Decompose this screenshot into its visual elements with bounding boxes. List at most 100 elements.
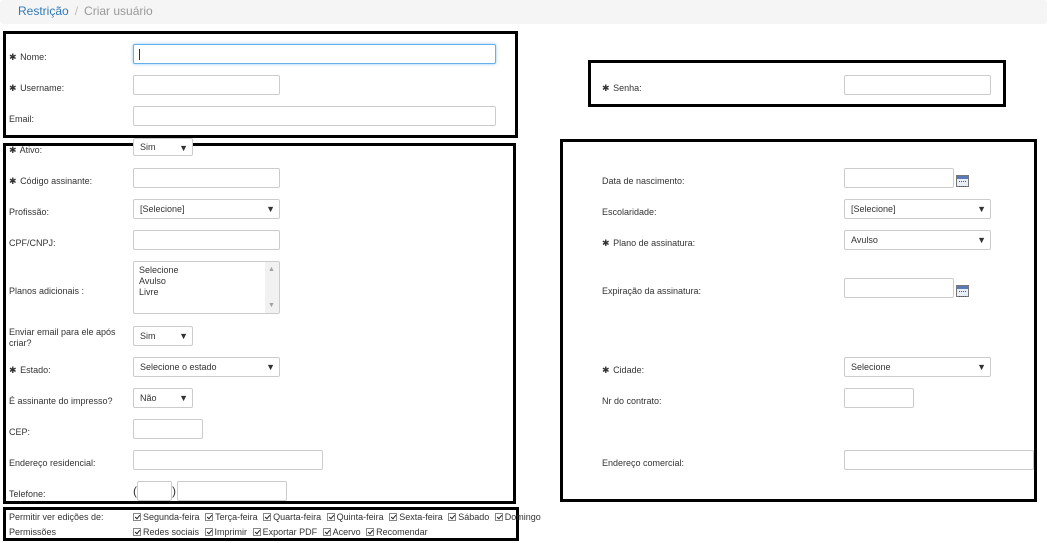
endereco-comercial-input[interactable]	[844, 450, 1034, 470]
calendar-icon[interactable]	[956, 285, 969, 297]
cep-label: CEP:	[9, 427, 31, 437]
checkbox-recomendar[interactable]: Recomendar	[366, 527, 428, 538]
checkbox-checked-icon[interactable]	[326, 513, 335, 521]
checkbox-checked-icon[interactable]	[133, 513, 141, 521]
telefone-ddd-input[interactable]	[137, 481, 172, 501]
required-mark: ✱	[602, 83, 610, 93]
username-input[interactable]	[133, 75, 280, 95]
chevron-down-icon: ▼	[266, 362, 275, 372]
checkbox-terca[interactable]: Terça-feira	[205, 512, 258, 523]
email-input[interactable]	[133, 106, 496, 126]
estado-label: ✱ Estado:	[9, 365, 51, 376]
profissao-select[interactable]: [Selecione] ▼	[133, 199, 280, 219]
list-option[interactable]: Avulso	[139, 276, 274, 287]
checkbox-checked-icon[interactable]	[204, 528, 213, 536]
text-caret	[139, 49, 140, 60]
checkbox-label: Quinta-feira	[336, 512, 384, 522]
escolaridade-label: Escolaridade:	[602, 207, 657, 217]
ativo-label: ✱ Ativo:	[9, 145, 42, 156]
required-mark: ✱	[9, 52, 17, 62]
escolaridade-select[interactable]: [Selecione] ▼	[844, 199, 991, 219]
checkbox-checked-icon[interactable]	[322, 528, 331, 536]
checkbox-checked-icon[interactable]	[252, 528, 261, 536]
edicoes-label: Permitir ver edições de:	[9, 512, 104, 522]
telefone-numero-input[interactable]	[177, 481, 287, 501]
checkbox-checked-icon[interactable]	[494, 513, 503, 521]
escolaridade-select-value: [Selecione]	[851, 204, 896, 214]
enviar-email-select[interactable]: Sim ▼	[133, 326, 193, 346]
scroll-up-icon[interactable]: ▲	[268, 264, 275, 275]
edicoes-days: Segunda-feira Terça-feira Quarta-feira Q…	[133, 512, 544, 523]
senha-label-text: Senha:	[613, 83, 642, 93]
calendar-icon[interactable]	[956, 175, 969, 187]
list-option[interactable]: Selecione	[139, 265, 274, 276]
endereco-comercial-label: Endereço comercial:	[602, 458, 685, 468]
checkbox-checked-icon[interactable]	[133, 528, 141, 536]
checkbox-redes-sociais[interactable]: Redes sociais	[133, 527, 199, 538]
checkbox-label: Quarta-feira	[273, 512, 322, 522]
enviar-email-select-value: Sim	[140, 331, 156, 341]
checkbox-checked-icon[interactable]	[448, 513, 457, 521]
expiracao-assinatura-input[interactable]	[844, 278, 954, 298]
plano-assinatura-select[interactable]: Avulso ▼	[844, 230, 991, 250]
checkbox-checked-icon[interactable]	[366, 528, 375, 536]
senha-label: ✱ Senha:	[602, 83, 642, 94]
checkbox-label: Exportar PDF	[262, 527, 318, 537]
cidade-label-text: Cidade:	[613, 365, 645, 375]
checkbox-checked-icon[interactable]	[263, 513, 272, 521]
checkbox-sabado[interactable]: Sábado	[448, 512, 489, 523]
checkbox-sexta[interactable]: Sexta-feira	[389, 512, 443, 523]
assinante-impresso-select[interactable]: Não ▼	[133, 388, 193, 408]
cidade-select[interactable]: Selecione ▼	[844, 357, 991, 377]
cpf-cnpj-input[interactable]	[133, 230, 280, 250]
checkbox-acervo[interactable]: Acervo	[322, 527, 361, 538]
checkbox-quinta[interactable]: Quinta-feira	[326, 512, 384, 523]
nr-contrato-input[interactable]	[844, 388, 914, 408]
list-option[interactable]: Livre	[139, 287, 274, 298]
listbox-scrollbar[interactable]: ▲ ▼	[265, 262, 279, 313]
ativo-select[interactable]: Sim ▼	[133, 138, 193, 156]
codigo-assinante-input[interactable]	[133, 168, 280, 188]
username-label-text: Username:	[20, 83, 65, 93]
planos-adicionais-listbox[interactable]: Selecione Avulso Livre ▲ ▼	[133, 261, 280, 314]
chevron-down-icon: ▼	[266, 204, 275, 214]
plano-assinatura-label-text: Plano de assinatura:	[613, 238, 696, 248]
nr-contrato-label: Nr do contrato:	[602, 396, 662, 406]
cep-input[interactable]	[133, 419, 203, 439]
required-mark: ✱	[9, 83, 17, 93]
data-nascimento-input[interactable]	[844, 168, 954, 188]
endereco-residencial-input[interactable]	[133, 450, 323, 470]
checkbox-checked-icon[interactable]	[205, 513, 214, 521]
checkbox-exportar-pdf[interactable]: Exportar PDF	[252, 527, 318, 538]
cidade-label: ✱ Cidade:	[602, 365, 644, 376]
breadcrumb: Restrição / Criar usuário	[0, 0, 1047, 24]
checkbox-label: Domingo	[504, 512, 541, 522]
senha-input[interactable]	[844, 75, 991, 95]
nome-input[interactable]	[133, 44, 496, 64]
assinante-impresso-select-value: Não	[140, 393, 157, 403]
checkbox-checked-icon[interactable]	[389, 513, 398, 521]
codigo-assinante-label-text: Código assinante:	[20, 176, 93, 186]
plano-assinatura-label: ✱ Plano de assinatura:	[602, 238, 695, 249]
required-mark: ✱	[9, 145, 17, 155]
checkbox-domingo[interactable]: Domingo	[494, 512, 541, 523]
expiracao-assinatura-label: Expiração da assinatura:	[602, 286, 702, 296]
required-mark: ✱	[602, 238, 610, 248]
required-mark: ✱	[9, 365, 17, 375]
estado-select[interactable]: Selecione o estado ▼	[133, 357, 280, 377]
nome-label-text: Nome:	[20, 52, 47, 62]
scroll-down-icon[interactable]: ▼	[268, 300, 275, 311]
ativo-label-text: Ativo:	[19, 145, 43, 155]
assinante-impresso-label: É assinante do impresso?	[9, 396, 113, 406]
permissoes-label: Permissões	[9, 527, 57, 537]
chevron-down-icon: ▼	[179, 143, 188, 153]
checkbox-quarta[interactable]: Quarta-feira	[263, 512, 321, 523]
breadcrumb-restricao-link[interactable]: Restrição	[18, 4, 69, 18]
checkbox-label: Sábado	[458, 512, 490, 522]
nome-label: ✱ Nome:	[9, 52, 47, 63]
username-label: ✱ Username:	[9, 83, 64, 94]
chevron-down-icon: ▼	[977, 204, 986, 214]
ativo-select-value: Sim	[140, 142, 156, 152]
checkbox-imprimir[interactable]: Imprimir	[204, 527, 247, 538]
checkbox-segunda[interactable]: Segunda-feira	[133, 512, 200, 523]
